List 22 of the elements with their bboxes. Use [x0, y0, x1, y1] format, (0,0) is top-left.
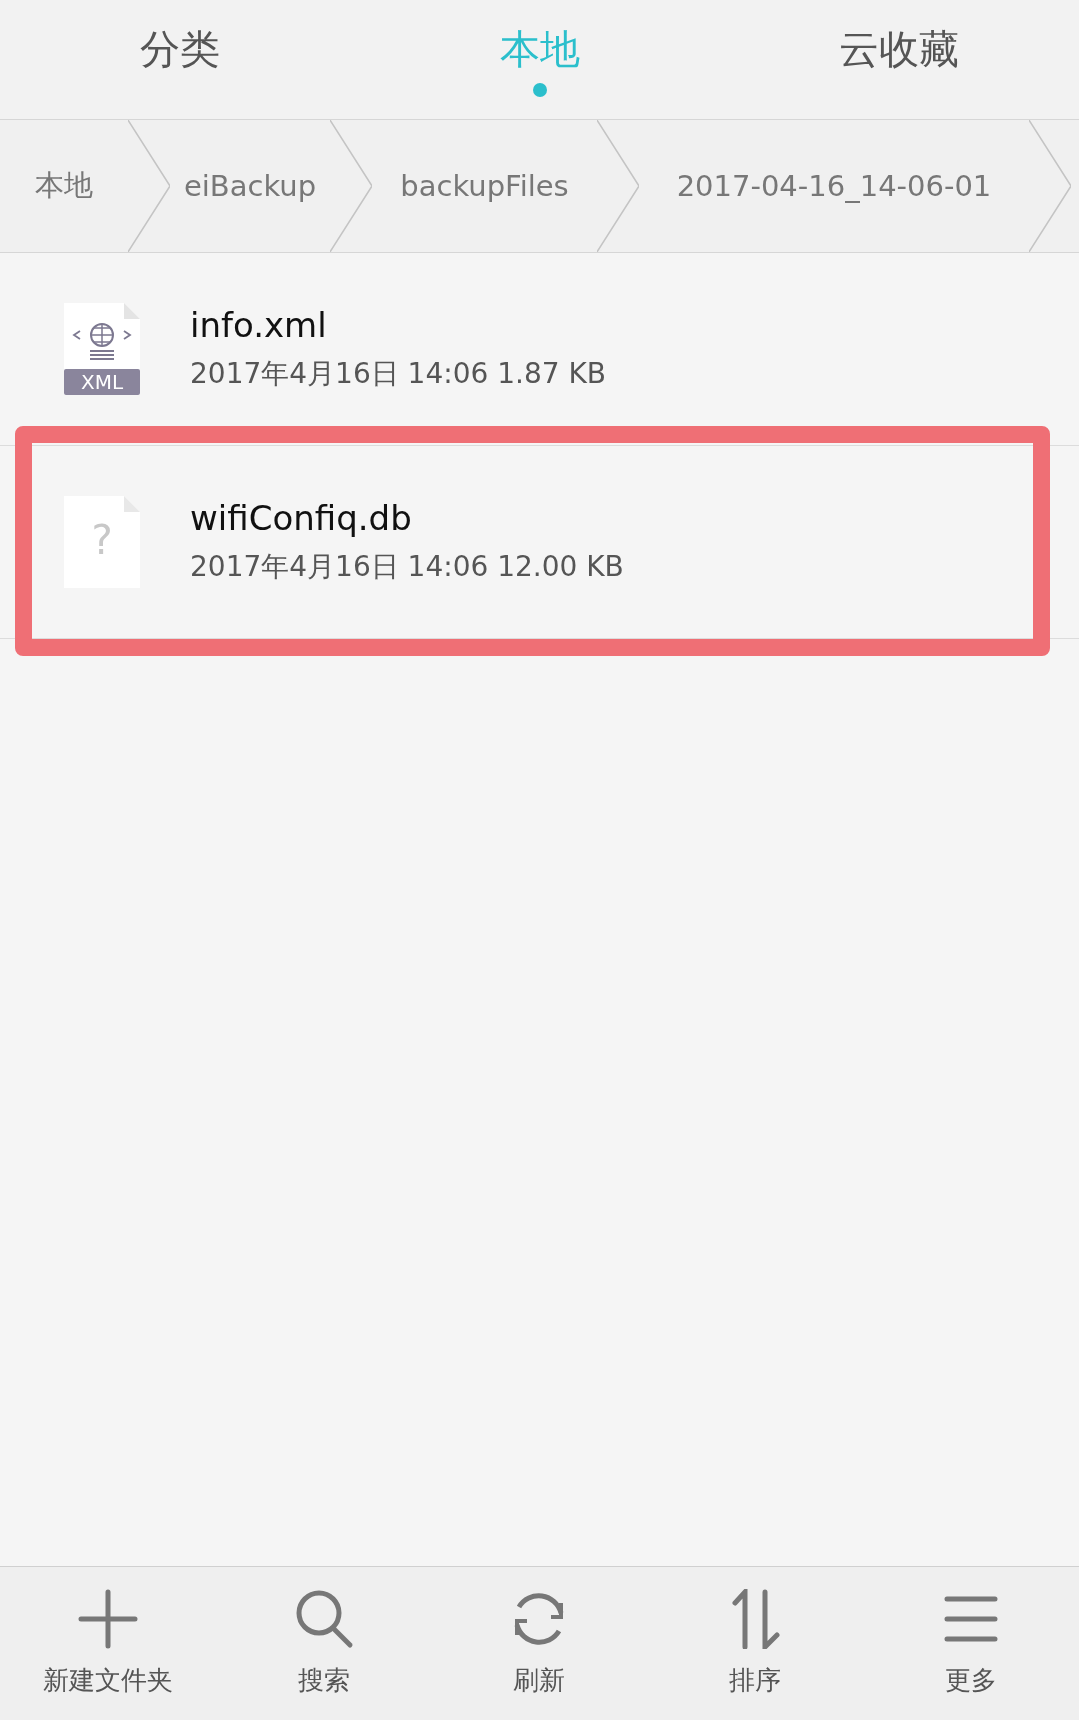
xml-file-icon: XML [64, 303, 140, 395]
unknown-file-icon: ? [64, 496, 140, 588]
chevron-icon [128, 120, 170, 252]
chevron-icon [330, 120, 372, 252]
toolbar-button[interactable]: 排序 [647, 1567, 864, 1720]
toolbar-button[interactable]: 更多 [863, 1567, 1079, 1720]
toolbar-button[interactable]: 新建文件夹 [0, 1567, 216, 1720]
breadcrumb[interactable]: 本地 [0, 120, 128, 252]
file-details: 2017年4月16日 14:06 12.00 KB [190, 549, 624, 585]
breadcrumb[interactable]: eiBackup [170, 120, 330, 252]
toolbar-button[interactable]: 搜索 [215, 1567, 432, 1720]
tab[interactable]: 分类 [0, 0, 360, 119]
breadcrumb[interactable]: backupFiles [372, 120, 597, 252]
file-name: info.xml [190, 305, 328, 345]
plus-icon [77, 1589, 138, 1649]
chevron-icon [597, 120, 639, 252]
toolbar-button[interactable]: 刷新 [431, 1567, 648, 1720]
tab[interactable]: 云收藏 [719, 0, 1079, 119]
breadcrumb[interactable]: 2017-04-16_14-06-01 [639, 120, 1029, 252]
chevron-icon [1029, 120, 1071, 252]
file-details: 2017年4月16日 14:06 1.87 KB [190, 356, 606, 392]
file-name: wifiConfiq.db [190, 498, 413, 538]
